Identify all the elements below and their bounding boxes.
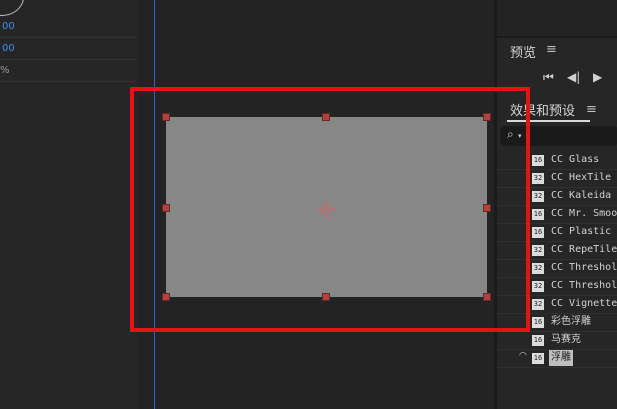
- highlight-box: [130, 87, 530, 332]
- bit-depth-badge-icon: 32: [532, 191, 544, 202]
- effect-name: 彩色浮雕: [551, 316, 591, 327]
- bit-depth-badge-icon: 16: [532, 317, 544, 328]
- bit-depth-badge-icon: 16: [532, 209, 544, 220]
- properties-panel: 00 00 %: [0, 0, 137, 409]
- preview-panel: 预览 ≡ ⏮ ◀| ▶: [497, 38, 617, 94]
- list-item[interactable]: 16 马赛克: [497, 332, 617, 350]
- first-frame-button[interactable]: ⏮: [543, 70, 554, 85]
- bit-depth-badge-icon: 32: [532, 245, 544, 256]
- effect-name: CC Glass: [551, 154, 600, 165]
- rotation-dial[interactable]: [0, 0, 24, 16]
- effect-name: CC RepeTile: [551, 244, 617, 255]
- play-button[interactable]: ▶: [593, 70, 602, 84]
- bit-depth-badge-icon: 32: [532, 263, 544, 274]
- list-item-selected[interactable]: ◠ 16 浮雕: [497, 350, 617, 368]
- property-value[interactable]: %: [0, 65, 10, 76]
- bit-depth-badge-icon: 16: [532, 155, 544, 166]
- effect-name: CC Threshold: [551, 262, 617, 273]
- effect-name: CC Vignette: [551, 298, 617, 309]
- property-value[interactable]: 00: [0, 21, 15, 32]
- property-row[interactable]: %: [0, 60, 137, 82]
- effect-name: CC HexTile: [551, 172, 612, 183]
- preview-menu-icon[interactable]: ≡: [546, 42, 557, 57]
- bit-depth-badge-icon: 32: [532, 299, 544, 310]
- bit-depth-badge-icon: 16: [532, 227, 544, 238]
- bit-depth-badge-icon: 16: [532, 353, 544, 364]
- previous-frame-button[interactable]: ◀|: [567, 70, 580, 84]
- bit-depth-badge-icon: 16: [532, 335, 544, 346]
- effect-name: CC Mr. Smoothie: [551, 208, 617, 219]
- effects-menu-icon[interactable]: ≡: [586, 102, 597, 117]
- preview-panel-title[interactable]: 预览: [510, 42, 536, 61]
- effect-name: 浮雕: [549, 350, 573, 366]
- effect-name: CC Kaleida: [551, 190, 612, 201]
- property-value[interactable]: 00: [0, 43, 15, 54]
- property-row[interactable]: 00: [0, 38, 137, 60]
- effect-name: CC Plastic: [551, 226, 612, 237]
- bit-depth-badge-icon: 32: [532, 281, 544, 292]
- effect-name: CC Threshold RGB: [551, 280, 617, 291]
- cursor-icon: ◠: [519, 351, 527, 361]
- info-panel: [497, 0, 617, 38]
- bit-depth-badge-icon: 32: [532, 173, 544, 184]
- effect-name: 马赛克: [551, 334, 581, 345]
- property-row[interactable]: 00: [0, 16, 137, 38]
